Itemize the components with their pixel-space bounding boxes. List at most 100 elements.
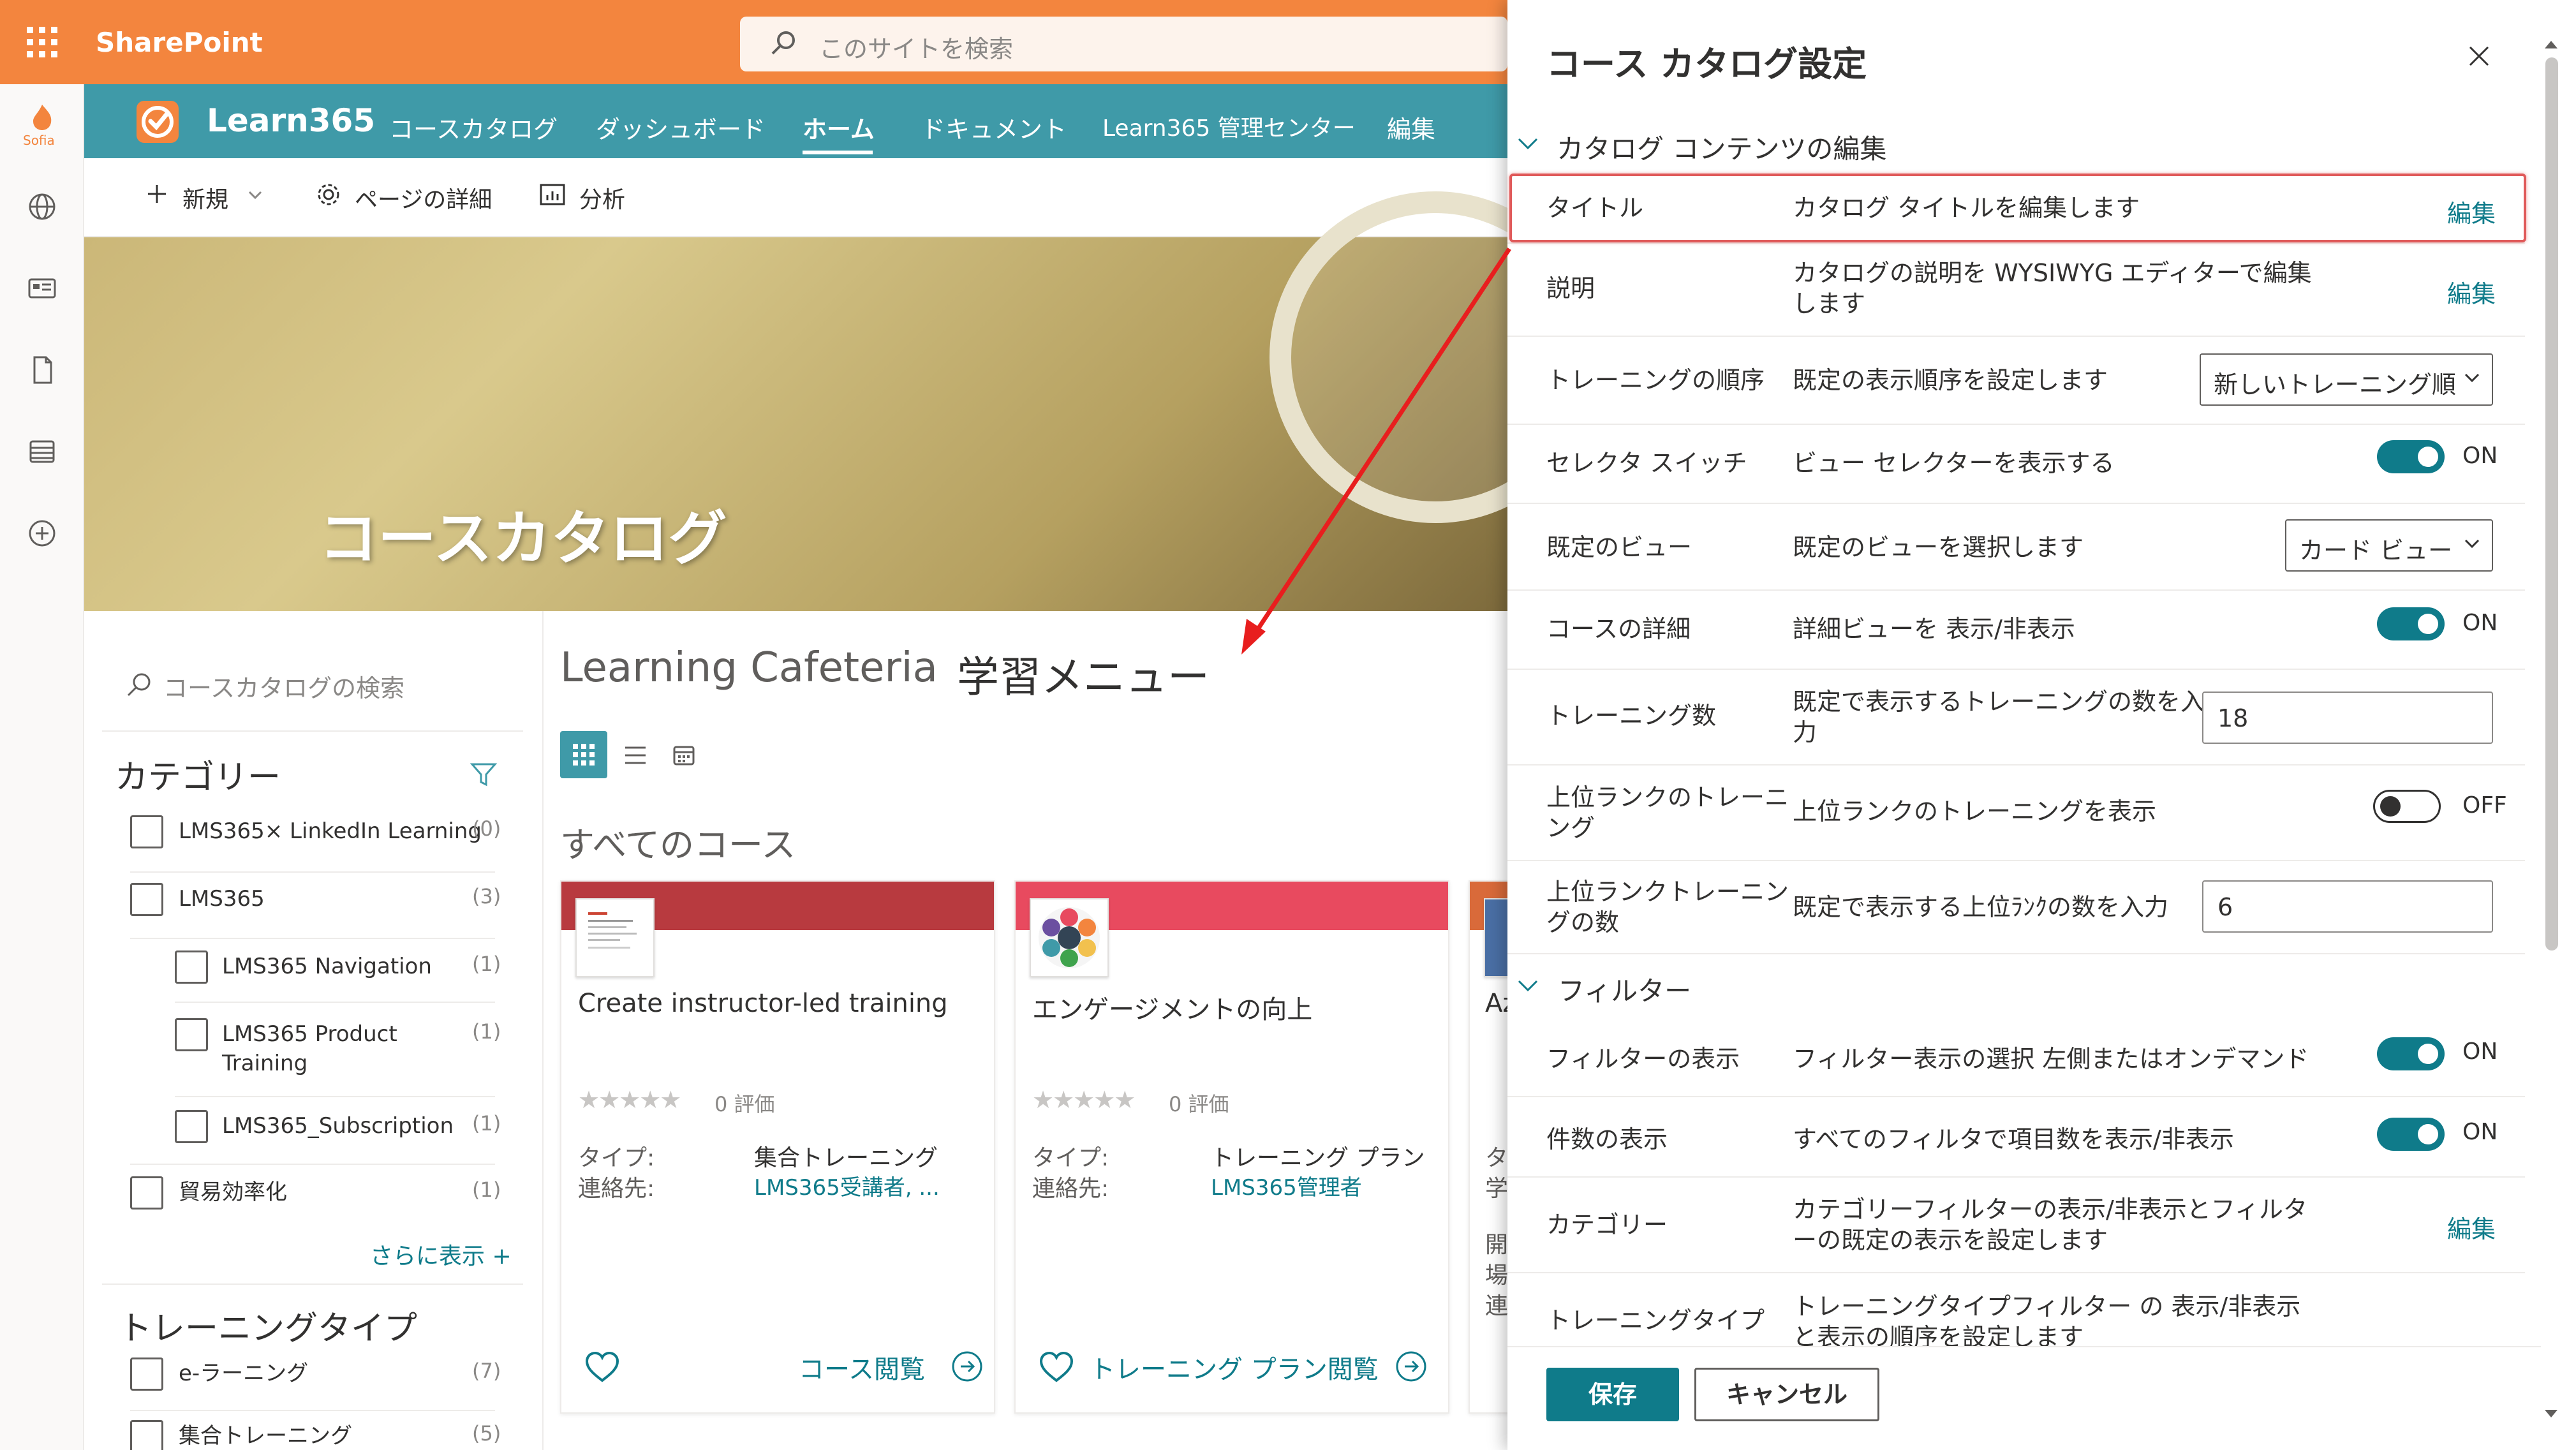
edit-description-link[interactable]: 編集	[2447, 274, 2496, 309]
scrollbar-thumb[interactable]	[2545, 57, 2558, 951]
show-more-link[interactable]: さらに表示 +	[370, 1238, 512, 1271]
category-item[interactable]: 貿易効率化 (1)	[130, 1170, 501, 1221]
calendar-view-icon[interactable]	[672, 744, 695, 767]
nav-admin-center[interactable]: Learn365 管理センター	[1102, 110, 1356, 143]
edit-category-link[interactable]: 編集	[2447, 1210, 2496, 1245]
setting-desc: 既定で表示する上位ﾗﾝｸの数を入力	[1793, 893, 2169, 921]
catalog-title: Learning Cafeteria	[560, 644, 938, 692]
catalog-search-input[interactable]: コースカタログの検索	[163, 669, 404, 704]
course-view-link[interactable]: コース閲覧	[799, 1349, 925, 1386]
checkbox[interactable]	[130, 1420, 163, 1450]
site-search-box[interactable]: このサイトを検索	[740, 17, 1507, 71]
checkbox[interactable]	[175, 1018, 208, 1051]
category-count: (1)	[472, 1019, 501, 1044]
list-view-icon[interactable]	[623, 743, 648, 768]
arrow-circle-icon[interactable]	[1395, 1350, 1428, 1383]
site-search-placeholder: このサイトを検索	[819, 35, 1014, 63]
chevron-down-icon[interactable]	[1517, 137, 1539, 151]
section-catalog-content[interactable]: カタログ コンテンツの編集	[1557, 128, 1886, 166]
course-title[interactable]: エンゲージメントの向上	[1032, 989, 1312, 1026]
category-item[interactable]: LMS365× LinkedIn Learning (0)	[130, 809, 501, 860]
course-title[interactable]: Create instructor-led training	[578, 989, 948, 1018]
divider	[175, 1096, 495, 1097]
checkbox[interactable]	[130, 1176, 163, 1210]
category-item[interactable]: LMS365 (3)	[130, 877, 501, 928]
heart-icon[interactable]	[1039, 1351, 1074, 1383]
nav-edit[interactable]: 編集	[1387, 110, 1435, 145]
new-button[interactable]: 新規	[182, 181, 228, 214]
site-name[interactable]: Learn365	[207, 102, 375, 139]
add-icon[interactable]	[27, 518, 57, 549]
checkbox[interactable]	[130, 815, 163, 848]
type-value: トレーニング プラン	[1211, 1145, 1425, 1171]
list-icon[interactable]	[27, 436, 57, 467]
setting-label: カテゴリー	[1546, 1211, 1668, 1239]
contact-value[interactable]: LMS365管理者	[1211, 1170, 1362, 1201]
rating-count: 0 評価	[714, 1092, 775, 1116]
training-order-select[interactable]: 新しいトレーニング順	[2200, 353, 2493, 406]
checkbox[interactable]	[175, 951, 208, 984]
analytics-button[interactable]: 分析	[579, 181, 625, 214]
category-item[interactable]: LMS365_Subscription (1)	[175, 1104, 501, 1155]
checkbox[interactable]	[175, 1110, 208, 1143]
chevron-down-icon[interactable]	[1517, 979, 1539, 993]
section-filter[interactable]: フィルター	[1558, 970, 1691, 1009]
divider	[175, 1002, 495, 1003]
nav-home[interactable]: ホーム	[803, 110, 875, 145]
category-item[interactable]: LMS365 Navigation (1)	[175, 944, 501, 995]
training-plan-view-link[interactable]: トレーニング プラン閲覧	[1090, 1349, 1379, 1386]
course-card[interactable]: エンゲージメントの向上 ★★★★★ 0 評価 タイプ: トレーニング プラン 連…	[1014, 880, 1449, 1414]
arrow-circle-icon[interactable]	[951, 1350, 984, 1383]
count-display-toggle[interactable]	[2377, 1118, 2445, 1151]
course-thumbnail	[575, 898, 655, 977]
filter-display-toggle[interactable]	[2377, 1037, 2445, 1070]
partial-text: 場	[1485, 1262, 1509, 1289]
category-label: LMS365_Subscription	[222, 1113, 454, 1139]
scroll-down-icon[interactable]	[2543, 1407, 2559, 1420]
training-type-label: 集合トレーニング	[179, 1423, 352, 1449]
toggle-state: ON	[2462, 610, 2498, 636]
search-icon	[125, 671, 153, 699]
app-launcher-icon[interactable]	[26, 26, 59, 59]
training-count-input[interactable]: 18	[2202, 692, 2493, 744]
setting-label: 既定のビュー	[1546, 533, 1692, 561]
top-rank-count-input[interactable]: 6	[2202, 880, 2493, 933]
setting-desc: 上位ランクのトレーニングを表示	[1793, 797, 2157, 825]
page-details-button[interactable]: ページの詳細	[355, 181, 492, 214]
training-type-count: (5)	[472, 1421, 501, 1446]
nav-course-catalog[interactable]: コースカタログ	[389, 110, 558, 145]
learn365-logo-icon[interactable]	[135, 100, 180, 144]
heart-icon[interactable]	[584, 1351, 620, 1383]
cancel-button[interactable]: キャンセル	[1694, 1368, 1879, 1421]
filter-icon[interactable]	[470, 760, 498, 788]
course-card[interactable]: Create instructor-led training ★★★★★ 0 評…	[560, 880, 995, 1414]
sofia-logo[interactable]: Sofia	[19, 101, 65, 148]
new-plus-icon	[144, 181, 170, 207]
document-icon[interactable]	[27, 355, 57, 385]
category-count: (0)	[472, 817, 501, 841]
training-type-item[interactable]: e-ラーニング (7)	[130, 1351, 501, 1402]
nav-dashboard[interactable]: ダッシュボード	[596, 110, 766, 145]
save-button[interactable]: 保存	[1546, 1368, 1679, 1421]
course-details-toggle[interactable]	[2377, 607, 2445, 640]
suite-brand[interactable]: SharePoint	[96, 27, 263, 58]
setting-label: トレーニング数	[1546, 702, 1717, 730]
chevron-down-icon	[2464, 373, 2480, 383]
nav-documents[interactable]: ドキュメント	[921, 110, 1067, 145]
checkbox[interactable]	[130, 1358, 163, 1391]
globe-icon[interactable]	[27, 191, 57, 222]
checkbox[interactable]	[130, 883, 163, 916]
selector-switch-toggle[interactable]	[2377, 440, 2445, 473]
training-type-item[interactable]: 集合トレーニング (5)	[130, 1414, 501, 1450]
top-rank-toggle[interactable]	[2373, 790, 2441, 823]
default-view-select[interactable]: カード ビュー	[2285, 519, 2493, 572]
course-thumbnail	[1030, 898, 1109, 977]
contact-value[interactable]: LMS365受講者, ...	[754, 1170, 940, 1201]
type-value: 集合トレーニング	[754, 1145, 938, 1171]
close-icon[interactable]	[2468, 45, 2491, 68]
grid-view-icon[interactable]	[560, 731, 607, 778]
scroll-up-icon[interactable]	[2543, 38, 2559, 51]
category-item[interactable]: LMS365 Product Training (1)	[175, 1012, 501, 1088]
news-icon[interactable]	[27, 273, 57, 304]
type-key: タ	[1485, 1145, 1509, 1171]
